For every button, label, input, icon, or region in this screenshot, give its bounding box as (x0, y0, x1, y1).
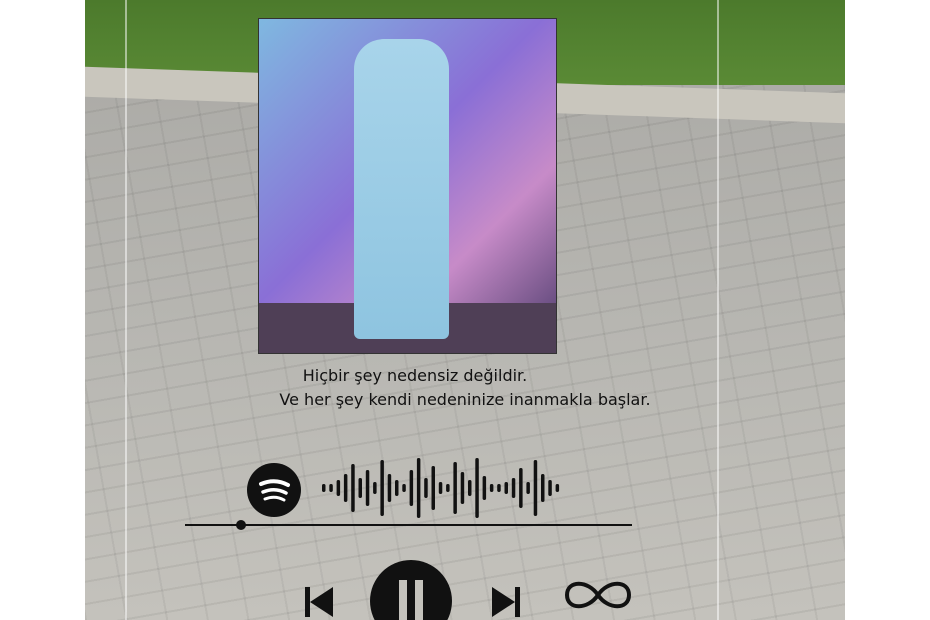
next-icon[interactable] (490, 585, 522, 620)
wave-bar (519, 468, 523, 508)
wave-bar (460, 472, 465, 504)
wave-bar (438, 482, 443, 494)
progress-handle[interactable] (236, 520, 246, 530)
wave-bar (424, 478, 428, 498)
wave-bar (475, 458, 479, 518)
wave-bar (329, 484, 333, 492)
wave-bar (402, 484, 406, 492)
wave-bar (511, 478, 516, 498)
infinity-icon[interactable] (563, 578, 633, 612)
wave-bar (395, 480, 399, 496)
wave-bar (468, 480, 472, 496)
wave-bar (482, 476, 487, 500)
photo-background: Hiçbir şey nedensiz değildir. Ve her şey… (85, 0, 845, 620)
wave-bar (322, 484, 326, 492)
wave-bar (489, 484, 494, 492)
wave-bar (526, 482, 530, 494)
wave-bar (365, 470, 370, 506)
wave-bar (541, 474, 545, 502)
wave-bar (416, 458, 421, 518)
wave-bar (555, 484, 560, 492)
wave-bar (409, 470, 414, 506)
wave-bar (336, 480, 341, 496)
person (354, 39, 449, 339)
soundwave-code-icon (322, 458, 560, 518)
wave-bar (358, 478, 362, 498)
wave-bar (380, 460, 384, 516)
progress-bar[interactable] (185, 524, 632, 526)
album-cover (258, 18, 557, 354)
wave-bar (387, 474, 392, 502)
wave-bar (351, 464, 355, 512)
wave-bar (548, 480, 552, 496)
wave-bar (504, 482, 508, 494)
wave-bar (343, 474, 348, 502)
lyric-line-2: Ve her şey kendi nedeninize inanmakla ba… (279, 390, 651, 409)
wave-bar (431, 466, 435, 510)
wave-bar (446, 484, 450, 492)
wave-bar (497, 484, 501, 492)
wave-bar (453, 462, 457, 514)
wave-bar (533, 460, 538, 516)
previous-icon[interactable] (303, 585, 335, 620)
spotify-logo-icon (247, 463, 301, 517)
lyric-line-1: Hiçbir şey nedensiz değildir. (302, 366, 528, 385)
wave-bar (373, 482, 377, 494)
pause-icon[interactable] (368, 558, 454, 620)
